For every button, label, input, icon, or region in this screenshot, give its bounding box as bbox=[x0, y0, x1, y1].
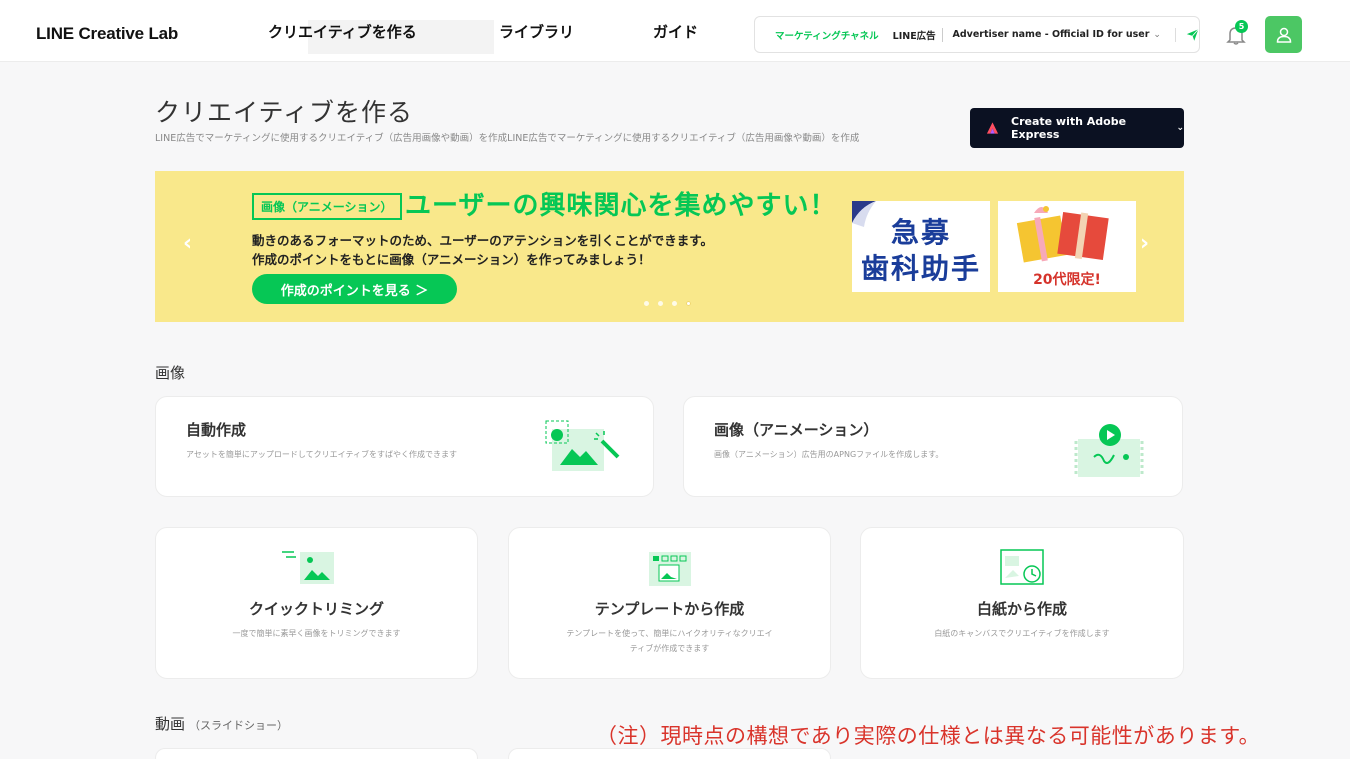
card-description: テンプレートを使って、簡単にハイクオリティなクリエイ bbox=[566, 629, 773, 638]
card-from-blank[interactable]: 白紙から作成 白紙のキャンバスでクリエイティブを作成します bbox=[860, 527, 1184, 679]
carousel-dot[interactable] bbox=[672, 301, 677, 306]
notification-badge: 5 bbox=[1235, 20, 1248, 33]
banner-next-icon[interactable]: › bbox=[1140, 231, 1149, 256]
page-title: クリエイティブを作る bbox=[155, 98, 414, 127]
card-title: 自動作成 bbox=[186, 421, 247, 439]
card-description: アセットを簡単にアップロードしてクリエイティブをすばやく作成できます bbox=[186, 450, 457, 459]
user-avatar[interactable] bbox=[1265, 16, 1302, 53]
disclaimer-note: （注）現時点の構想であり実際の仕様とは異なる可能性があります。 bbox=[596, 724, 1261, 748]
auto-create-icon bbox=[545, 420, 620, 471]
channel-label: マーケティングチャネル bbox=[775, 30, 879, 42]
chevron-down-icon: ⌄ bbox=[1176, 123, 1184, 133]
carousel-indicator bbox=[644, 301, 691, 306]
card-title: クイックトリミング bbox=[248, 600, 384, 618]
nav-library[interactable]: ライブラリ bbox=[499, 0, 574, 62]
adobe-express-icon bbox=[986, 122, 999, 134]
banner-tag: 画像（アニメーション） bbox=[252, 193, 402, 220]
divider bbox=[1174, 27, 1176, 42]
banner-headline: ユーザーの興味関心を集めやすい！ bbox=[405, 191, 837, 221]
carousel-dot[interactable] bbox=[644, 301, 649, 306]
nav-create-label: クリエイティブを作る bbox=[268, 22, 417, 41]
section-title-video: 動画 （スライドショー） bbox=[155, 713, 288, 734]
card-title: テンプレートから作成 bbox=[594, 600, 745, 618]
blank-canvas-icon bbox=[1000, 549, 1044, 585]
divider bbox=[941, 27, 943, 42]
nav-library-label: ライブラリ bbox=[499, 22, 575, 41]
card-title: 画像（アニメーション） bbox=[714, 421, 879, 439]
card-description: 一度で簡単に素早く画像をトリミングできます bbox=[232, 629, 401, 638]
promo-banner[interactable]: ‹ › 画像（アニメーション） ユーザーの興味関心を集めやすい！ 動きのあるフォ… bbox=[155, 171, 1184, 322]
sample-text-1: 急募 bbox=[890, 216, 951, 249]
banner-desc-1: 動きのあるフォーマットのため、ユーザーのアテンションを引くことができます。 bbox=[252, 233, 714, 248]
chevron-down-icon[interactable]: ⌄ bbox=[1153, 30, 1161, 40]
section-title-image: 画像 bbox=[155, 364, 186, 382]
channel-selector[interactable]: マーケティングチャネル LINE広告 Advertiser name - Off… bbox=[754, 16, 1200, 53]
banner-sample-image-2: 20代限定! bbox=[998, 201, 1136, 292]
app-logo[interactable]: LINE Creative Lab bbox=[36, 24, 178, 44]
carousel-dot[interactable] bbox=[658, 301, 663, 306]
card-image-animation[interactable]: 画像（アニメーション） 画像（アニメーション）広告用のAPNGファイルを作成しま… bbox=[683, 396, 1183, 497]
nav-guide-label: ガイド bbox=[653, 22, 699, 41]
banner-prev-icon[interactable]: ‹ bbox=[183, 231, 192, 256]
top-header: LINE Creative Lab クリエイティブを作る ライブラリ ガイド マ… bbox=[0, 0, 1350, 62]
card-auto-create[interactable]: 自動作成 アセットを簡単にアップロードしてクリエイティブをすばやく作成できます bbox=[155, 396, 654, 497]
user-icon bbox=[1276, 27, 1291, 43]
trimming-icon bbox=[282, 551, 334, 584]
card-title: 白紙から作成 bbox=[976, 600, 1067, 618]
section-title-video-sub: （スライドショー） bbox=[189, 719, 289, 732]
card-description: 画像（アニメーション）広告用のAPNGファイルを作成します。 bbox=[714, 450, 944, 459]
adobe-express-button[interactable]: Create with Adobe Express ⌄ bbox=[970, 108, 1184, 148]
channel-value: LINE広告 bbox=[892, 30, 936, 42]
card-description: 白紙のキャンバスでクリエイティブを作成します bbox=[934, 629, 1110, 638]
card-video-1[interactable] bbox=[155, 748, 478, 759]
sample-text-2: 歯科助手 bbox=[860, 252, 981, 285]
card-description-2: ティブが作成できます bbox=[629, 644, 710, 653]
template-icon bbox=[649, 552, 691, 586]
account-name[interactable]: Advertiser name - Official ID for user bbox=[953, 29, 1150, 40]
page-subtitle: LINE広告でマーケティングに使用するクリエイティブ（広告用画像や動画）を作成L… bbox=[155, 133, 860, 144]
banner-desc-2: 作成のポイントをもとに画像（アニメーション）を作ってみましょう！ bbox=[252, 252, 651, 267]
banner-cta-button[interactable]: 作成のポイントを見る ＞ bbox=[252, 274, 457, 304]
carousel-dot-active[interactable] bbox=[686, 301, 691, 306]
card-from-template[interactable]: テンプレートから作成 テンプレートを使って、簡単にハイクオリティなクリエイ ティ… bbox=[508, 527, 831, 679]
card-quick-trimming[interactable]: クイックトリミング 一度で簡単に素早く画像をトリミングできます bbox=[155, 527, 478, 679]
section-title-video-label: 動画 bbox=[155, 715, 186, 733]
adobe-express-label: Create with Adobe Express bbox=[1011, 115, 1127, 141]
send-icon[interactable] bbox=[1186, 27, 1199, 43]
animation-icon bbox=[1074, 424, 1144, 477]
nav-create[interactable]: クリエイティブを作る bbox=[268, 0, 494, 62]
banner-sample-image-1: 急募 歯科助手 bbox=[852, 201, 990, 292]
sample-text-3: 20代限定! bbox=[1033, 272, 1101, 288]
nav-guide[interactable]: ガイド bbox=[653, 0, 698, 62]
